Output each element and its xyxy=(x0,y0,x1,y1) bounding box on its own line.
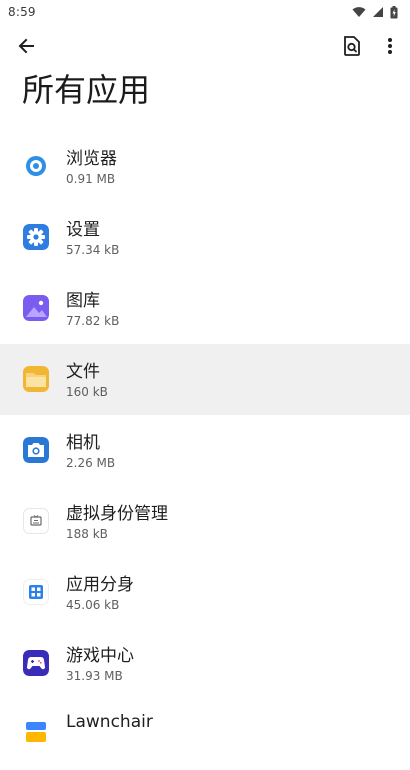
app-size: 57.34 kB xyxy=(66,243,120,257)
battery-icon xyxy=(390,5,398,19)
app-row-settings[interactable]: 设置 57.34 kB xyxy=(0,202,410,273)
app-name: 浏览器 xyxy=(66,149,117,169)
app-size: 188 kB xyxy=(66,527,108,541)
app-list: 浏览器 0.91 MB 设置 57.34 kB 图库 77.82 kB 文件 1… xyxy=(0,131,410,770)
app-size: 45.06 kB xyxy=(66,598,120,612)
browser-icon xyxy=(23,153,49,179)
settings-icon xyxy=(23,224,49,250)
app-bar xyxy=(0,24,410,72)
cellular-signal-icon xyxy=(372,6,384,18)
app-name: 应用分身 xyxy=(66,575,134,595)
find-in-page-icon xyxy=(343,36,361,60)
app-name: 文件 xyxy=(66,362,100,382)
app-row-app-clone[interactable]: 应用分身 45.06 kB xyxy=(0,557,410,628)
app-row-camera[interactable]: 相机 2.26 MB xyxy=(0,415,410,486)
app-name: 图库 xyxy=(66,291,100,311)
gallery-icon xyxy=(23,295,49,321)
app-row-virtual-identity[interactable]: 虚拟身份管理 188 kB xyxy=(0,486,410,557)
app-name: 相机 xyxy=(66,433,100,453)
app-row-files[interactable]: 文件 160 kB xyxy=(0,344,410,415)
app-size: 77.82 kB xyxy=(66,314,120,328)
app-row-gallery[interactable]: 图库 77.82 kB xyxy=(0,273,410,344)
page-title: 所有应用 xyxy=(22,71,151,109)
search-apps-button[interactable] xyxy=(334,30,370,66)
game-center-icon xyxy=(23,650,49,676)
more-options-button[interactable] xyxy=(372,30,408,66)
app-clone-icon xyxy=(23,579,49,605)
app-name: 游戏中心 xyxy=(66,646,134,666)
lawnchair-icon xyxy=(23,719,49,745)
app-name: Lawnchair xyxy=(66,712,153,732)
app-name: 设置 xyxy=(66,220,100,240)
status-icons xyxy=(352,0,398,24)
app-size: 160 kB xyxy=(66,385,108,399)
virtual-identity-icon xyxy=(23,508,49,534)
app-size: 2.26 MB xyxy=(66,456,116,470)
more-vert-icon xyxy=(387,37,393,59)
back-button[interactable] xyxy=(8,30,44,66)
app-size: 31.93 MB xyxy=(66,669,123,683)
camera-icon xyxy=(23,437,49,463)
status-bar: 8:59 xyxy=(0,0,410,24)
app-size: 0.91 MB xyxy=(66,172,116,186)
status-time: 8:59 xyxy=(8,5,36,19)
app-row-browser[interactable]: 浏览器 0.91 MB xyxy=(0,131,410,202)
wifi-icon xyxy=(352,6,366,18)
arrow-back-icon xyxy=(17,37,35,59)
app-row-lawnchair[interactable]: Lawnchair xyxy=(0,699,410,770)
files-icon xyxy=(23,366,49,392)
app-name: 虚拟身份管理 xyxy=(66,504,168,524)
app-row-game-center[interactable]: 游戏中心 31.93 MB xyxy=(0,628,410,699)
